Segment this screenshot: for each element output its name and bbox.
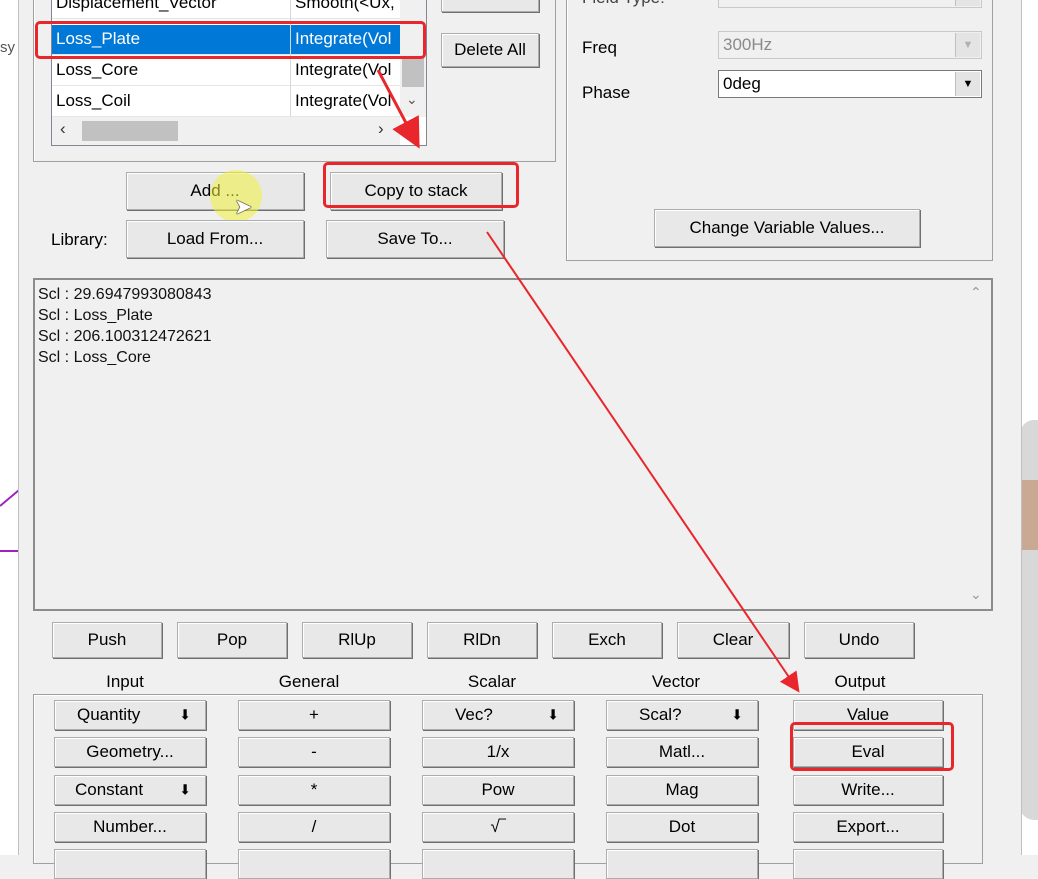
annotation-arrows <box>376 69 800 693</box>
annotation-arrow-2 <box>486 231 800 693</box>
annotation-arrow-1 <box>376 69 420 149</box>
